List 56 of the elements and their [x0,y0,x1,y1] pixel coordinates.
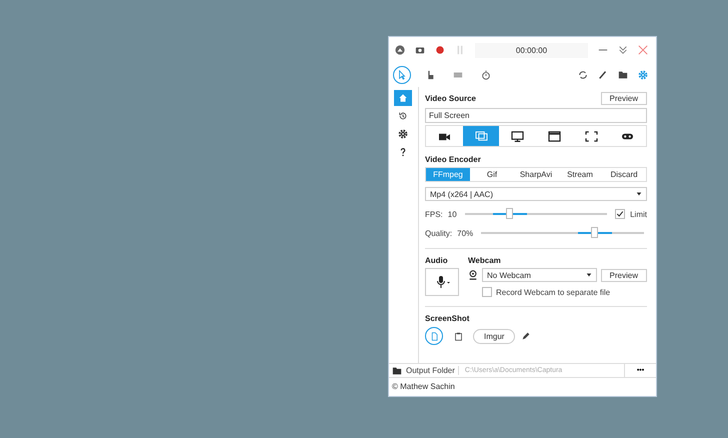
copyright-text: © Mathew Sachin [391,381,456,393]
webcam-icon [468,270,478,280]
camera-icon[interactable] [415,45,425,55]
record-icon[interactable] [435,45,445,55]
quality-slider-thumb[interactable] [591,227,598,238]
timer-text: 00:00:00 [475,42,588,58]
pencil-icon[interactable] [521,331,532,341]
settings-icon[interactable] [638,70,648,80]
quality-value: 70% [457,228,474,238]
preview-button[interactable]: Preview [600,268,647,282]
section-heading: Audio [425,256,449,265]
cursor-tool[interactable] [393,66,411,84]
microphone-icon [434,275,450,289]
imgur-target-button[interactable]: Imgur [473,328,516,344]
clipboard-icon [454,332,462,340]
home-icon [398,93,408,103]
limit-label: Limit [630,210,647,218]
window-icon [548,130,561,142]
stopwatch-icon [481,70,491,80]
gear-icon [398,129,408,139]
folder-icon[interactable] [618,70,628,80]
close-icon[interactable] [638,45,648,55]
fps-slider-thumb[interactable] [506,208,514,219]
encoder-tab[interactable]: Stream [558,168,602,181]
section-heading: Webcam [468,256,502,265]
section-heading: ScreenShot [425,314,470,323]
limit-checkbox[interactable] [615,209,626,219]
collapse-icon[interactable] [618,45,628,55]
encoder-tab[interactable]: SharpAvi [514,168,558,181]
microphone-button[interactable] [425,268,459,296]
quality-label: Quality: [425,228,452,238]
separate-file-checkbox[interactable] [482,287,492,297]
fps-label: FPS: [425,210,443,218]
monitor-icon [511,130,524,142]
refresh-icon[interactable] [578,70,588,80]
fps-value: 10 [448,210,457,218]
caret-icon [586,272,592,278]
encoder-tab[interactable]: Gif [470,168,514,181]
format-dropdown[interactable]: Mp4 (x264 | AAC) [425,187,647,201]
file-icon [430,332,438,340]
source-field[interactable]: Full Screen [425,108,647,123]
screens-icon [474,130,488,142]
history-icon [398,111,408,121]
webcam-dropdown[interactable]: No Webcam [482,268,597,282]
encoder-tab[interactable]: Discard [602,168,646,181]
file-target-button[interactable] [425,327,443,345]
help-icon [398,147,408,157]
cursor-icon [397,70,407,80]
preview-button[interactable]: Preview [600,92,647,104]
section-heading: Video Encoder [425,155,482,164]
caret-icon [636,191,642,197]
region-icon [584,130,598,142]
output-folder-label: Output Folder [406,366,459,375]
folder-icon[interactable] [392,366,402,376]
section-heading: Video Source [425,94,476,103]
separate-file-label: Record Webcam to separate file [496,288,610,296]
